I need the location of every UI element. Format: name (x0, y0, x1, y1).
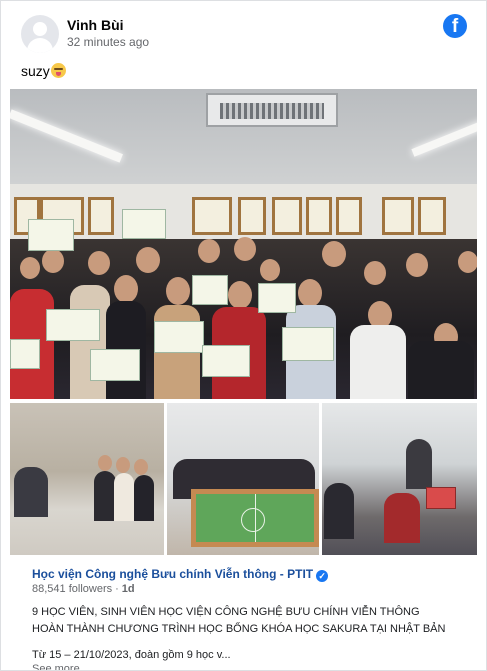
thumbnail-photo-lobby[interactable] (10, 403, 164, 555)
photo-person (322, 241, 346, 267)
photo-shirt (408, 341, 474, 399)
photo-person (134, 459, 148, 475)
photo-equipment (426, 487, 456, 509)
photo-certificate (10, 339, 40, 369)
photo-shirt (350, 325, 406, 399)
photo-shirt (94, 471, 116, 521)
shared-post-snippet: Từ 15 – 21/10/2023, đoàn gồm 9 học v... (32, 649, 231, 661)
photo-certificate (90, 349, 140, 381)
photo-shirt (406, 439, 432, 489)
photo-wall-frame (382, 197, 414, 235)
photo-shirt (134, 475, 154, 521)
shared-post-age[interactable]: 1d (122, 583, 135, 595)
photo-person (458, 251, 477, 273)
photo-wall-frame (88, 197, 114, 235)
shared-post-headline: 9 HỌC VIÊN, SINH VIÊN HỌC VIỆN CÔNG NGHỆ… (32, 606, 446, 635)
squinting-tongue-emoji-icon (50, 63, 66, 78)
photo-wall-frame (418, 197, 446, 235)
photo-shirt (324, 483, 354, 539)
photo-ac-vent (206, 93, 338, 127)
photo-person (228, 281, 252, 309)
photo-wall-frame (238, 197, 266, 235)
post-text-content: suzy (21, 63, 50, 79)
photo-person (136, 247, 160, 273)
thumbnail-photo-lab[interactable] (322, 403, 477, 555)
photo-person (234, 237, 256, 261)
photo-soccer-table (191, 489, 319, 547)
photo-person (114, 275, 138, 303)
photo-shirt (70, 285, 110, 399)
post-timestamp[interactable]: 32 minutes ago (67, 35, 149, 49)
see-more-link[interactable]: See more (32, 663, 80, 670)
photo-person (198, 239, 220, 263)
author-avatar[interactable] (21, 15, 59, 53)
photo-person (260, 259, 280, 281)
photo-shirt (14, 467, 48, 517)
shared-page-name-text[interactable]: Học viện Công nghệ Bưu chính Viễn thông … (32, 567, 313, 581)
photo-person (364, 261, 386, 285)
photo-person (166, 277, 190, 305)
photo-wall-frame (192, 197, 232, 235)
photo-wall-frame (336, 197, 362, 235)
photo-person (42, 249, 64, 273)
photo-person (98, 455, 112, 471)
photo-wall-frame (306, 197, 332, 235)
photo-certificate (202, 345, 250, 377)
photo-certificate (282, 327, 334, 361)
thumbnail-photo-soccer-table[interactable] (167, 403, 319, 555)
author-name[interactable]: Vinh Bùi (67, 17, 124, 33)
photo-shirt (384, 493, 420, 543)
post-card: Vinh Bùi 32 minutes ago f suzy Học viện … (0, 0, 487, 671)
photo-certificate (154, 321, 204, 353)
post-text: suzy (21, 63, 66, 79)
photo-shirt (114, 473, 134, 521)
meta-separator: · (115, 583, 119, 595)
photo-person (298, 279, 322, 307)
main-photo[interactable] (10, 89, 477, 399)
photo-person (20, 257, 40, 279)
photo-person (406, 253, 428, 277)
followers-count: 88,541 followers (32, 583, 113, 595)
photo-wall-frame (272, 197, 302, 235)
shared-page-name[interactable]: Học viện Công nghệ Bưu chính Viễn thông … (32, 567, 329, 582)
post-header: Vinh Bùi 32 minutes ago f (1, 1, 486, 61)
photo-person (88, 251, 110, 275)
facebook-logo-icon[interactable]: f (443, 14, 467, 38)
shared-page-meta: 88,541 followers · 1d (32, 583, 135, 595)
avatar-body-shape (27, 38, 53, 53)
photo-certificate (192, 275, 228, 305)
photo-certificate (46, 309, 100, 341)
photo-person (116, 457, 130, 473)
photo-certificate (258, 283, 296, 313)
avatar-head-shape (33, 22, 47, 36)
photo-certificate (28, 219, 74, 251)
photo-certificate (122, 209, 166, 239)
verified-badge-icon: ✓ (316, 570, 329, 582)
